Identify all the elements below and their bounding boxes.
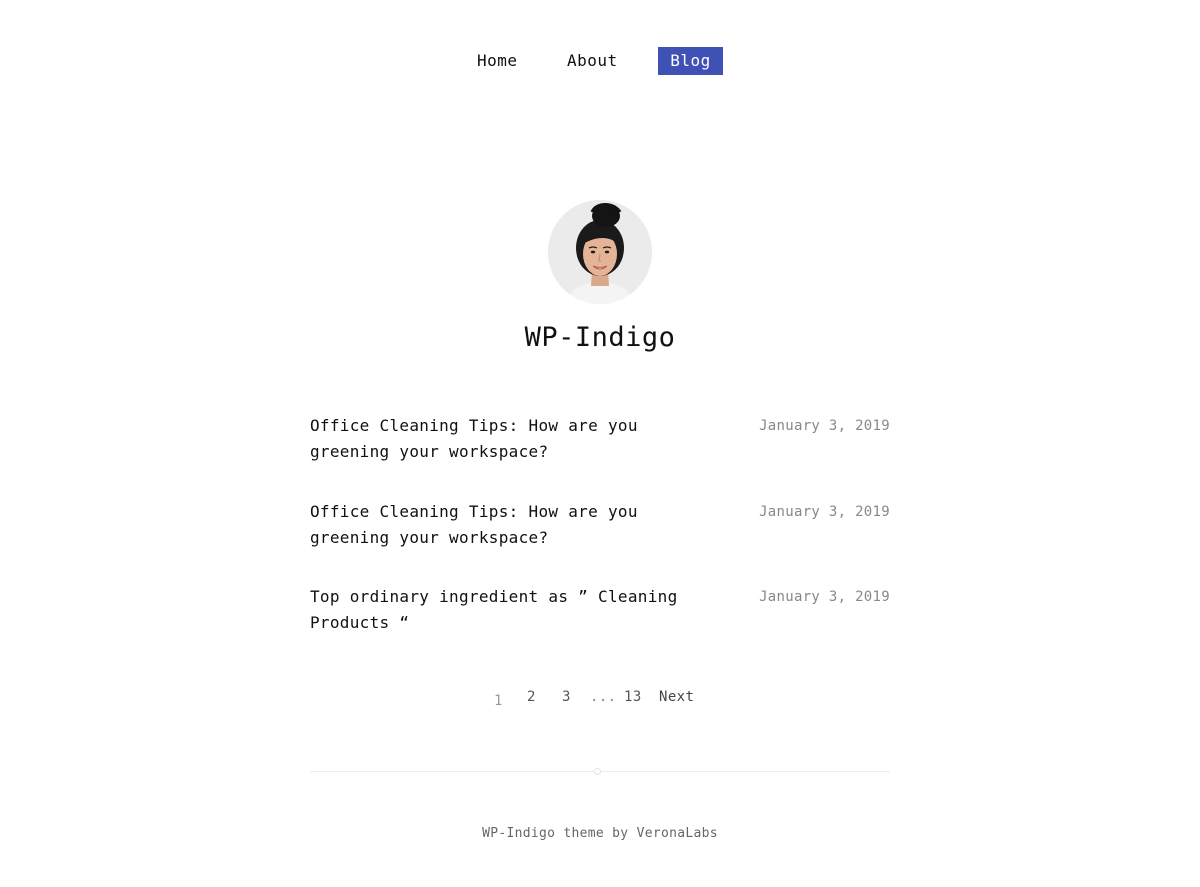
pagination: 1 2 3 ... 13 Next — [0, 686, 1200, 709]
list-item: Top ordinary ingredient as ” Cleaning Pr… — [310, 584, 890, 670]
nav-item-home[interactable]: Home — [467, 47, 528, 75]
nav-item-blog[interactable]: Blog — [658, 47, 723, 75]
divider-dot — [594, 768, 601, 775]
list-item: Office Cleaning Tips: How are you greeni… — [310, 413, 890, 499]
page-link-2[interactable]: 2 — [527, 686, 536, 708]
post-title-link[interactable]: Office Cleaning Tips: How are you greeni… — [310, 499, 710, 551]
post-list: Office Cleaning Tips: How are you greeni… — [310, 413, 890, 670]
post-date: January 3, 2019 — [759, 589, 890, 605]
next-page-link[interactable]: Next — [659, 686, 694, 708]
post-date: January 3, 2019 — [759, 418, 890, 434]
nav-item-about[interactable]: About — [557, 47, 628, 75]
post-date: January 3, 2019 — [759, 503, 890, 520]
main-nav: Home About Blog — [0, 47, 1200, 75]
footer-credit: WP-Indigo theme by VeronaLabs — [482, 826, 718, 841]
avatar — [548, 200, 652, 304]
site-title: WP-Indigo — [524, 322, 676, 353]
post-title-link[interactable]: Top ordinary ingredient as ” Cleaning Pr… — [310, 584, 710, 636]
list-item: Office Cleaning Tips: How are you greeni… — [310, 499, 890, 585]
post-title-link[interactable]: Office Cleaning Tips: How are you greeni… — [310, 413, 710, 465]
profile-photo-icon — [548, 200, 652, 304]
page-ellipsis: ... — [590, 689, 617, 705]
page-link-last[interactable]: 13 — [624, 686, 642, 708]
page-current: 1 — [494, 693, 503, 709]
page-link-3[interactable]: 3 — [562, 686, 571, 708]
